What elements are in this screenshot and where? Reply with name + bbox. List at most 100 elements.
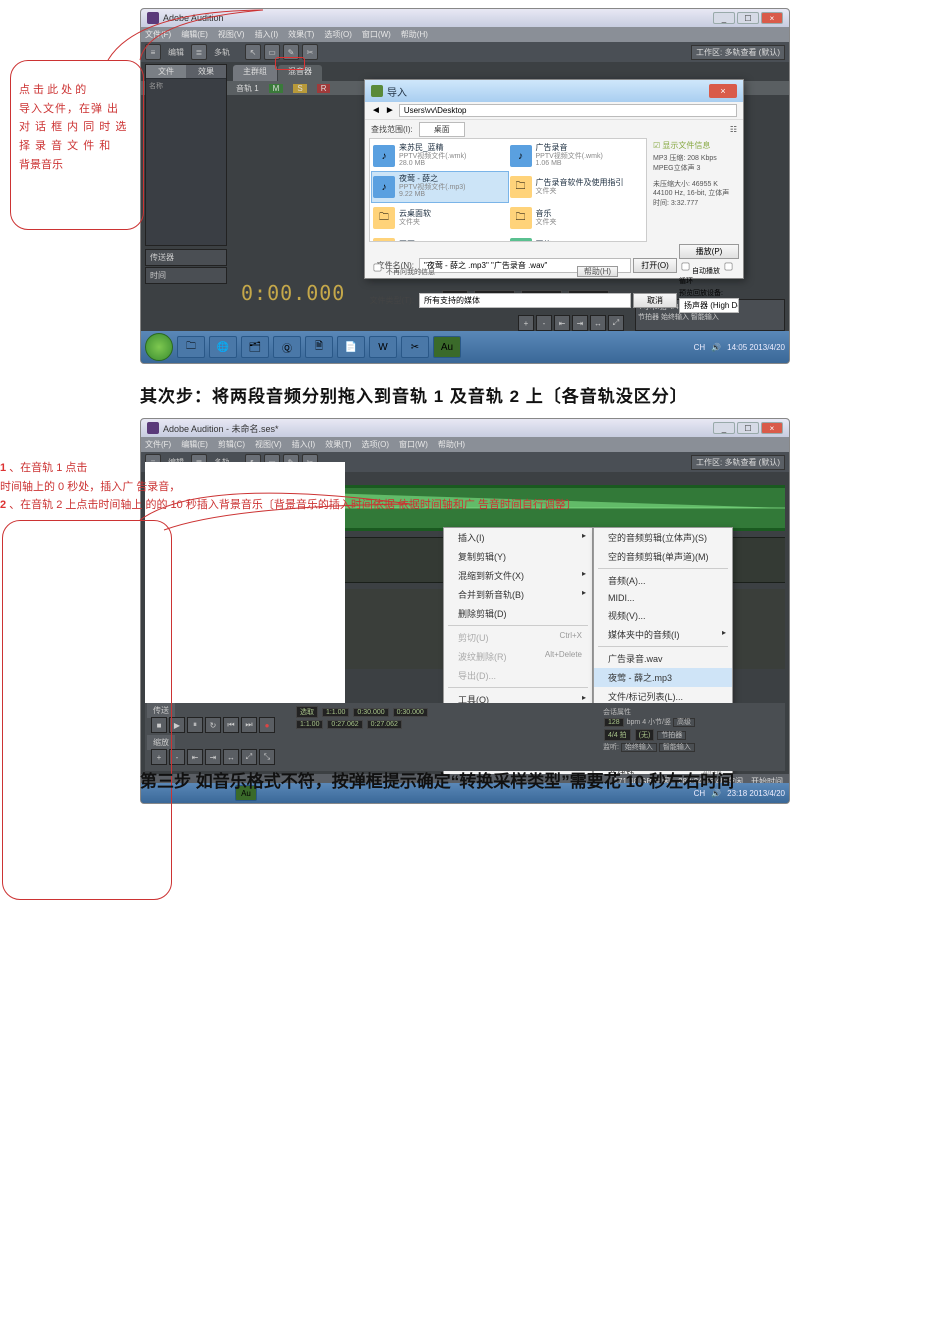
zoom-icon[interactable]: ⤢ <box>608 315 624 331</box>
file-item[interactable]: ♪ 来苏民_蓝精PPTV视频文件(.wmk)28.0 MB <box>372 141 508 171</box>
submenu-item[interactable]: 空的音频剪辑(立体声)(S) <box>594 528 732 547</box>
forward-icon[interactable]: ► <box>385 105 395 116</box>
submenu-item[interactable]: MIDI... <box>594 590 732 606</box>
zoom-out-icon[interactable]: - <box>536 315 552 331</box>
file-item[interactable]: 🗔 画图X 3.19快捷方式 <box>372 234 508 242</box>
zoom-icon[interactable]: ⇥ <box>572 315 588 331</box>
toolbar: ≡ 编辑 ≣ 多轨 ↖ ▭ ✎ ✂ 工作区: 多轨查看 (默认) <box>141 42 789 62</box>
sel-len[interactable]: 0:30.000 <box>393 708 428 717</box>
autoplay-checkbox[interactable] <box>682 263 690 271</box>
loop-button[interactable]: ↻ <box>205 717 221 733</box>
filetype-field[interactable]: 所有支持的媒体 <box>419 293 631 308</box>
zoom-icon[interactable]: ↔ <box>590 315 606 331</box>
start-button[interactable] <box>145 333 173 361</box>
menu-item: 导出(D)... <box>444 666 592 685</box>
folder-icon: 🗀 <box>510 176 532 198</box>
dialog-close-button[interactable]: × <box>709 84 737 98</box>
session-props: 会话属性 128 bpm 4 小节/竖 高级 4/4 拍 (无) 节拍器 监听:… <box>601 705 781 747</box>
taskbar-app[interactable]: 🗎 <box>305 336 333 358</box>
tab-maingroup[interactable]: 主群组 <box>233 65 277 81</box>
help-button[interactable]: 帮助(H) <box>577 266 618 277</box>
menu-bar: 文件(F) 编辑(E) 剪辑(C) 视图(V) 插入(I) 效果(T) 选项(O… <box>141 437 789 452</box>
submenu-item-highlighted[interactable]: 夜莺 - 薛之.mp3 <box>594 668 732 687</box>
pause-button[interactable]: ⏸ <box>187 717 203 733</box>
sel-end[interactable]: 0:30.000 <box>353 708 388 717</box>
file-item[interactable]: 🗀 音乐文件夹 <box>509 203 645 233</box>
mute-button[interactable]: M <box>269 84 284 93</box>
file-item[interactable]: 🗀 云桌面软文件夹 <box>372 203 508 233</box>
audio-icon: ♪ <box>373 145 395 167</box>
callout-text: 导入文件，在弹 出 对 话 框 内 同 时 选 择 录 音 文 件 和 <box>19 100 135 156</box>
clock[interactable]: 14:05 2013/4/20 <box>727 343 785 352</box>
record-button[interactable]: ● <box>259 717 275 733</box>
zoom-icon[interactable]: ⇤ <box>554 315 570 331</box>
open-button[interactable]: 打开(O) <box>633 258 677 273</box>
cancel-button[interactable]: 取消 <box>633 293 677 308</box>
taskbar-app[interactable]: 🌐 <box>209 336 237 358</box>
callout2-tail <box>140 470 420 550</box>
folder-icon: 🗀 <box>510 207 532 229</box>
ime-icon[interactable]: CH <box>694 343 706 352</box>
maximize-button[interactable]: ☐ <box>737 12 759 24</box>
submenu-item[interactable]: 空的音频剪辑(单声道)(M) <box>594 547 732 566</box>
sel-start[interactable]: 1:1.00 <box>322 708 349 717</box>
zoom-in-icon[interactable]: + <box>518 315 534 331</box>
taskbar-app[interactable]: 📄 <box>337 336 365 358</box>
address-field[interactable]: Users\vv\Desktop <box>399 104 737 117</box>
audio-icon: ♪ <box>510 145 532 167</box>
menu-insert[interactable]: 插入(I) <box>444 528 592 547</box>
minimize-button[interactable]: _ <box>713 12 735 24</box>
volume-icon[interactable]: 🔊 <box>711 343 721 352</box>
menu-item: 波纹删除(R)Alt+Delete <box>444 647 592 666</box>
menu-item[interactable]: 复制剪辑(Y) <box>444 547 592 566</box>
taskbar-app[interactable]: 🗂 <box>241 336 269 358</box>
window-title: Adobe Audition <box>163 13 711 23</box>
taskbar-app-audition[interactable]: Au <box>433 336 461 358</box>
menu-item[interactable]: 合并到新音轨(B) <box>444 585 592 604</box>
minimize-button[interactable]: _ <box>713 422 735 434</box>
maximize-button[interactable]: ☐ <box>737 422 759 434</box>
submenu-item[interactable]: 视频(V)... <box>594 606 732 625</box>
workspace-label[interactable]: 工作区: 多轨查看 (默认) <box>691 45 785 60</box>
submenu-item[interactable]: 媒体夹中的音频(I) <box>594 625 732 644</box>
import-dialog: 导入 × ◄ ► Users\vv\Desktop 查找范围(I): 桌面 ☷ … <box>364 79 744 279</box>
show-info-checkbox[interactable]: ☑ 显示文件信息 <box>653 140 737 151</box>
dialog-title-bar: 导入 × <box>365 80 743 102</box>
tool-icon[interactable]: ↖ <box>245 44 261 60</box>
back-icon[interactable]: ◄ <box>371 105 381 116</box>
file-item[interactable]: 🗀 广告录音软件及使用指引文件夹 <box>509 172 645 202</box>
taskbar-app[interactable]: ✂ <box>401 336 429 358</box>
close-button[interactable]: × <box>761 422 783 434</box>
ff-button[interactable]: ⏭ <box>241 717 257 733</box>
menu-item[interactable]: 删除剪辑(D) <box>444 604 592 623</box>
file-item-selected[interactable]: ♪ 夜莺 - 薛之PPTV视频文件(.mp3)9.22 MB <box>372 172 508 202</box>
loop-checkbox[interactable] <box>725 263 733 271</box>
view-icon[interactable]: ☷ <box>730 125 737 134</box>
taskbar-app[interactable]: 🗀 <box>177 336 205 358</box>
multitrack-mode-button[interactable]: 多轨 <box>210 47 234 58</box>
menu-item[interactable]: 混缩到新文件(X) <box>444 566 592 585</box>
record-button[interactable]: R <box>317 84 331 93</box>
rewind-button[interactable]: ⏮ <box>223 717 239 733</box>
callout-1: 点 击 此 处 的 导入文件，在弹 出 对 话 框 内 同 时 选 择 录 音 … <box>10 60 144 230</box>
submenu-item[interactable]: 音频(A)... <box>594 571 732 590</box>
windows-taskbar: 🗀 🌐 🗂 Ⓠ 🗎 📄 W ✂ Au CH 🔊 14:05 2013/4/20 <box>141 331 789 363</box>
lookin-select[interactable]: 桌面 <box>419 122 465 137</box>
taskbar-app[interactable]: W <box>369 336 397 358</box>
file-item[interactable]: 🌐 网络系统文件夹 <box>509 234 645 242</box>
play-button[interactable]: 播放(P) <box>679 244 739 259</box>
noask-checkbox[interactable] <box>374 264 382 272</box>
close-button[interactable]: × <box>761 12 783 24</box>
step-2-heading: 其次步：将两段音频分别拖入到音轨 1 及音轨 2 上〔各音轨没区分〕 <box>140 382 688 407</box>
taskbar-app[interactable]: Ⓠ <box>273 336 301 358</box>
file-list[interactable]: ♪ 来苏民_蓝精PPTV视频文件(.wmk)28.0 MB ♪ 广告录音PPTV… <box>369 138 647 242</box>
bpm-field[interactable]: 128 <box>604 718 624 727</box>
menu-item: 剪切(U)Ctrl+X <box>444 628 592 647</box>
app-icon: 🗔 <box>373 238 395 242</box>
preview-device-field[interactable]: 扬声器 (High Definition Au <box>679 298 739 313</box>
submenu-item[interactable]: 广告录音.wav <box>594 649 732 668</box>
solo-button[interactable]: S <box>293 84 306 93</box>
file-item[interactable]: ♪ 广告录音PPTV视频文件(.wmk)1.06 MB <box>509 141 645 171</box>
menu-bar: 文件(F) 编辑(E) 视图(V) 插入(I) 效果(T) 选项(O) 窗口(W… <box>141 27 789 42</box>
callout-text: 点 击 此 处 的 <box>19 81 135 100</box>
